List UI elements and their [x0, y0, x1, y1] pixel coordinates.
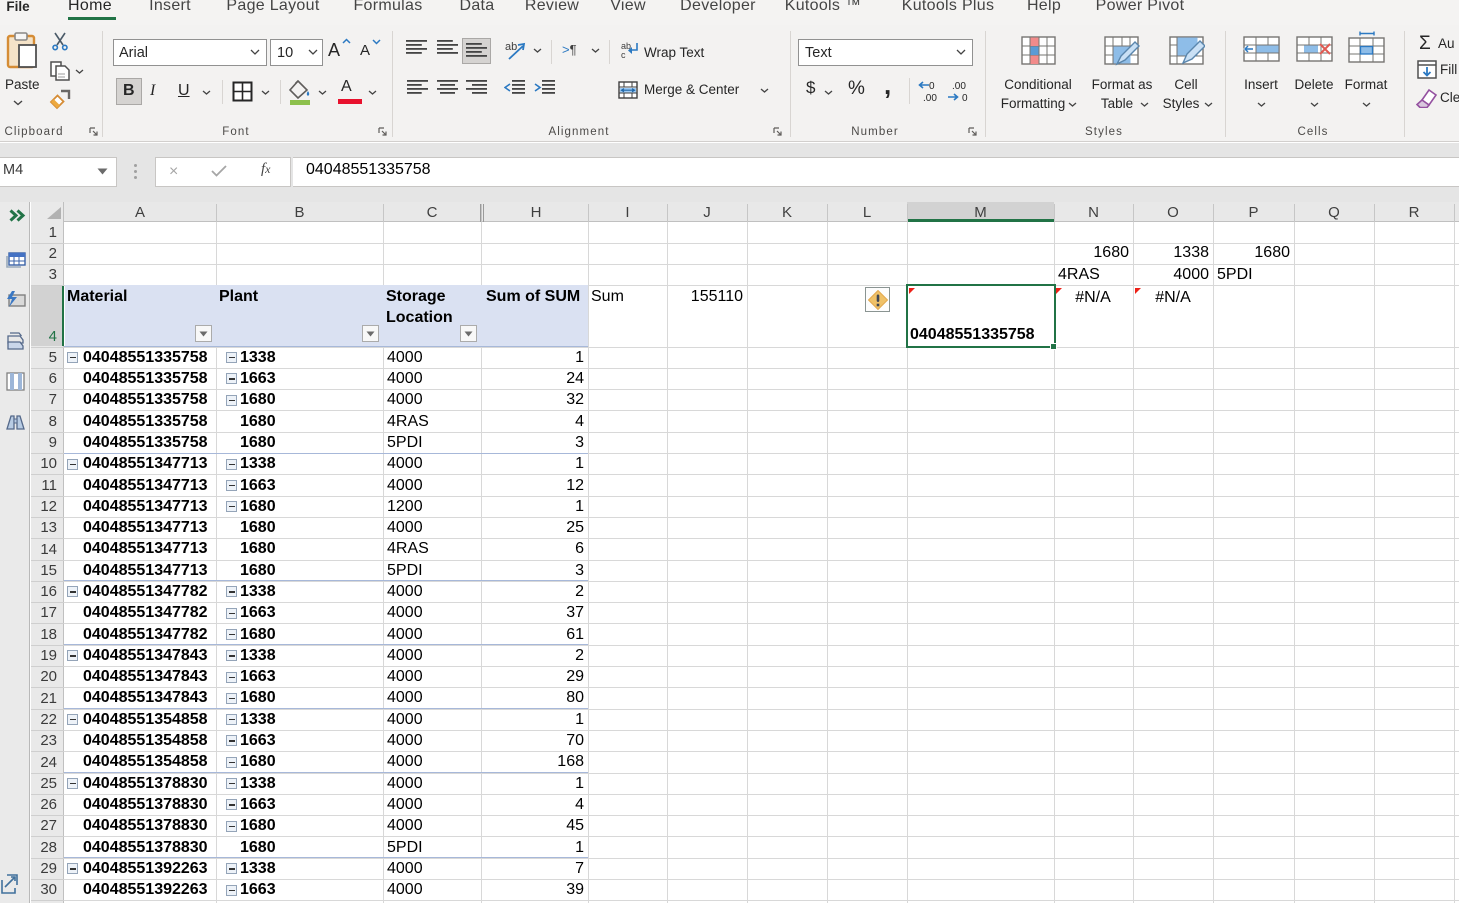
svg-text:0: 0: [929, 81, 935, 92]
svg-text:.00: .00: [923, 93, 937, 104]
svg-text:ab: ab: [505, 41, 517, 53]
svg-text:.00: .00: [952, 81, 966, 92]
svg-text:0: 0: [962, 93, 968, 104]
svg-text:c: c: [621, 50, 626, 60]
